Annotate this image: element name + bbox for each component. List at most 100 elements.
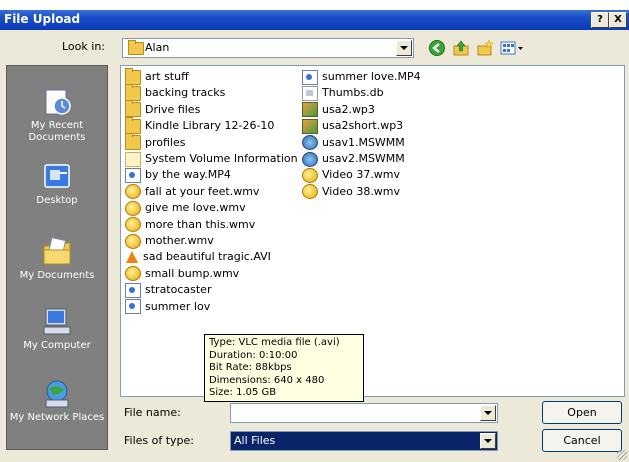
file-name: usav2.MSWMM — [322, 152, 405, 165]
cancel-button[interactable]: Cancel — [542, 429, 622, 452]
file-name: more than this.wmv — [145, 217, 256, 231]
look-in-label: Look in: — [62, 40, 105, 53]
file-name: fall at your feet.wmv — [145, 184, 260, 198]
media-file-icon — [125, 200, 141, 216]
file-name: summer love.MP4 — [322, 70, 421, 83]
media-file-icon — [302, 184, 318, 200]
media-file-icon — [125, 233, 141, 249]
file-item[interactable]: backing tracks — [125, 83, 226, 101]
close-button[interactable]: X — [609, 12, 627, 28]
media-file-icon — [125, 217, 141, 233]
chevron-down-icon[interactable] — [480, 405, 496, 421]
video-file-icon — [125, 299, 141, 315]
file-item[interactable]: usav1.MSWMM — [302, 135, 405, 151]
up-folder-icon[interactable] — [452, 39, 470, 57]
file-name-field[interactable] — [230, 403, 498, 423]
file-item[interactable]: summer love.MP4 — [302, 69, 421, 85]
help-button[interactable]: ? — [591, 12, 609, 28]
place-desktop[interactable]: Desktop — [7, 161, 107, 207]
file-item[interactable]: by the way.MP4 — [125, 167, 231, 183]
file-name: mother.wmv — [145, 234, 214, 247]
files-of-type-value: All Files — [234, 434, 276, 447]
file-item[interactable]: System Volume Information — [125, 151, 298, 167]
chevron-down-icon[interactable] — [396, 40, 412, 56]
tooltip-dimensions: Dimensions: 640 x 480 — [209, 374, 325, 386]
file-item[interactable]: sad beautiful tragic.AVI — [125, 249, 271, 265]
chevron-down-icon[interactable] — [480, 433, 496, 449]
file-name: give me love.wmv — [145, 201, 246, 215]
place-label: My Documents — [19, 270, 95, 281]
file-name-label: File name: — [124, 406, 181, 419]
place-my-network-places[interactable]: My Network Places — [7, 378, 107, 424]
file-name: usa2.wp3 — [322, 102, 375, 116]
media-file-icon — [125, 266, 141, 282]
file-item[interactable]: art stuff — [125, 67, 189, 85]
file-item[interactable]: Video 38.wmv — [302, 184, 400, 200]
recent-documents-icon — [40, 86, 74, 118]
folder-icon — [125, 67, 141, 85]
file-item[interactable]: profiles — [125, 133, 186, 151]
back-icon[interactable] — [428, 39, 446, 57]
vlc-cone-icon — [125, 250, 139, 264]
tooltip-size: Size: 1.05 GB — [209, 387, 277, 398]
my-computer-icon — [40, 306, 74, 338]
new-folder-icon[interactable] — [476, 39, 494, 57]
look-in-dropdown[interactable]: Alan — [122, 38, 414, 58]
file-item[interactable]: give me love.wmv — [125, 200, 246, 216]
audio-file-icon — [302, 118, 318, 134]
file-item[interactable]: Drive files — [125, 100, 201, 118]
file-item[interactable]: Video 37.wmv — [302, 167, 400, 183]
tooltip-duration: Duration: 0:10:00 — [209, 349, 298, 361]
place-label: Desktop — [36, 195, 78, 206]
file-name: backing tracks — [145, 86, 226, 100]
place-label: My Recent Documents — [28, 120, 86, 143]
network-places-icon — [40, 378, 74, 410]
view-menu-icon[interactable] — [500, 39, 526, 57]
place-label: My Computer — [23, 340, 91, 351]
video-file-icon — [125, 167, 141, 183]
resize-grip-icon[interactable] — [617, 450, 627, 460]
file-name: art stuff — [145, 70, 189, 83]
place-my-recent-documents[interactable]: My Recent Documents — [7, 86, 107, 144]
file-item[interactable]: Thumbs.db — [302, 85, 384, 101]
file-name: by the way.MP4 — [145, 168, 231, 182]
file-upload-dialog: File Upload ? X Look in: Alan My Recent … — [0, 10, 629, 462]
file-item[interactable]: summer lov — [125, 299, 210, 315]
file-item[interactable]: usa2short.wp3 — [302, 118, 403, 134]
place-my-documents[interactable]: My Documents — [7, 236, 107, 282]
file-name: stratocaster — [145, 283, 212, 297]
system-folder-icon — [125, 151, 141, 167]
file-name: Thumbs.db — [322, 86, 384, 100]
title-bar[interactable]: File Upload ? X — [0, 10, 629, 30]
file-item[interactable]: usa2.wp3 — [302, 102, 375, 118]
file-name: Drive files — [145, 102, 201, 116]
file-item[interactable]: usav2.MSWMM — [302, 151, 405, 167]
tooltip-bitrate: Bit Rate: 88kbps — [209, 362, 292, 373]
places-bar: My Recent Documents Desktop My Documents… — [6, 65, 108, 450]
open-button[interactable]: Open — [542, 401, 622, 424]
look-in-value: Alan — [145, 41, 170, 54]
file-name: Kindle Library 12-26-10 — [145, 119, 275, 133]
file-name: sad beautiful tragic.AVI — [143, 250, 271, 264]
file-item[interactable]: stratocaster — [125, 282, 211, 298]
file-item[interactable]: more than this.wmv — [125, 217, 255, 233]
file-name: summer lov — [145, 299, 211, 313]
media-file-icon — [125, 184, 141, 200]
file-item[interactable]: small bump.wmv — [125, 266, 239, 282]
file-list[interactable]: art stuff backing tracks Drive files Kindle… — [120, 65, 625, 397]
file-name: System Volume Information — [145, 152, 298, 165]
video-file-icon — [125, 282, 141, 298]
file-item[interactable]: mother.wmv — [125, 233, 214, 249]
file-name: Video 37.wmv — [322, 168, 401, 182]
folder-icon — [125, 100, 141, 118]
files-of-type-dropdown[interactable]: All Files — [230, 431, 498, 451]
file-name: usa2short.wp3 — [322, 119, 404, 133]
place-my-computer[interactable]: My Computer — [7, 306, 107, 352]
file-item[interactable]: Kindle Library 12-26-10 — [125, 116, 275, 134]
desktop-icon — [40, 161, 74, 193]
files-of-type-label: Files of type: — [124, 434, 195, 447]
file-item[interactable]: fall at your feet.wmv — [125, 184, 259, 200]
file-name: small bump.wmv — [145, 266, 240, 280]
file-name: profiles — [145, 135, 186, 149]
folder-icon — [125, 116, 141, 134]
